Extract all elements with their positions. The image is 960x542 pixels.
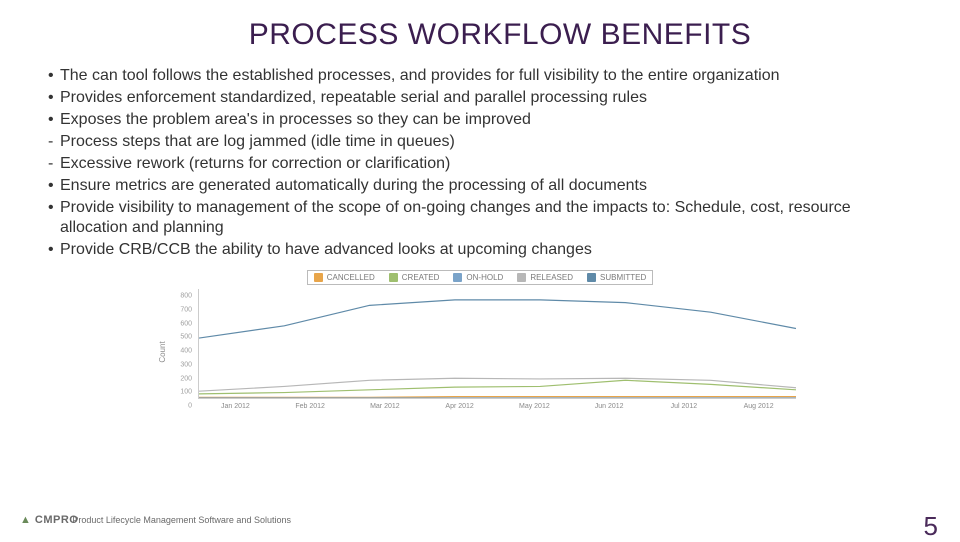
legend-item: CREATED <box>389 273 440 282</box>
x-tick-label: Jul 2012 <box>647 403 722 417</box>
y-tick-label: 300 <box>180 361 192 368</box>
legend-label: ON-HOLD <box>466 273 503 282</box>
legend-item: ON-HOLD <box>453 273 503 282</box>
x-tick-label: Jan 2012 <box>198 403 273 417</box>
swatch-icon <box>389 273 398 282</box>
page-number: 5 <box>924 511 938 542</box>
y-tick-label: 400 <box>180 348 192 355</box>
y-tick-label: 0 <box>188 403 192 410</box>
chart-legend: CANCELLED CREATED ON-HOLD RELEASED SUBMI… <box>307 270 653 285</box>
series-line <box>199 300 796 338</box>
bullet: The can tool follows the established pro… <box>48 66 918 86</box>
sub-bullet: Process steps that are log jammed (idle … <box>48 132 918 152</box>
legend-label: CANCELLED <box>327 273 375 282</box>
bullet: Exposes the problem area's in processes … <box>48 110 918 130</box>
swatch-icon <box>517 273 526 282</box>
page-title: PROCESS WORKFLOW BENEFITS <box>122 18 878 52</box>
x-tick-label: Apr 2012 <box>422 403 497 417</box>
x-tick-label: May 2012 <box>497 403 572 417</box>
swatch-icon <box>587 273 596 282</box>
legend-label: SUBMITTED <box>600 273 646 282</box>
series-line <box>199 380 796 394</box>
swatch-icon <box>453 273 462 282</box>
legend-item: SUBMITTED <box>587 273 646 282</box>
bullet-list: The can tool follows the established pro… <box>42 66 918 260</box>
y-tick-label: 500 <box>180 334 192 341</box>
x-tick-label: Mar 2012 <box>348 403 423 417</box>
y-ticks: 0100200300400500600700800 <box>160 289 196 399</box>
bullet: Provides enforcement standardized, repea… <box>48 88 918 108</box>
logo-icon: ▲ <box>20 514 31 526</box>
logo: ▲ CMPRO <box>20 514 78 526</box>
x-tick-label: Aug 2012 <box>721 403 796 417</box>
legend-item: CANCELLED <box>314 273 375 282</box>
legend-label: RELEASED <box>530 273 573 282</box>
chart: CANCELLED CREATED ON-HOLD RELEASED SUBMI… <box>160 270 800 417</box>
line-chart-svg <box>199 289 796 398</box>
footer: ▲ CMPRO Product Lifecycle Management Sof… <box>20 514 291 526</box>
y-tick-label: 200 <box>180 375 192 382</box>
x-ticks: Jan 2012Feb 2012Mar 2012Apr 2012May 2012… <box>198 403 796 417</box>
sub-bullet: Excessive rework (returns for correction… <box>48 154 918 174</box>
x-tick-label: Feb 2012 <box>273 403 348 417</box>
bullet: Provide visibility to management of the … <box>48 198 918 238</box>
x-tick-label: Jun 2012 <box>572 403 647 417</box>
plot-area <box>198 289 796 399</box>
legend-item: RELEASED <box>517 273 573 282</box>
y-tick-label: 600 <box>180 320 192 327</box>
swatch-icon <box>314 273 323 282</box>
legend-label: CREATED <box>402 273 440 282</box>
y-tick-label: 700 <box>180 306 192 313</box>
footer-tagline: Product Lifecycle Management Software an… <box>72 515 291 525</box>
bullet: Provide CRB/CCB the ability to have adva… <box>48 240 918 260</box>
y-tick-label: 800 <box>180 293 192 300</box>
bullet: Ensure metrics are generated automatical… <box>48 176 918 196</box>
y-tick-label: 100 <box>180 389 192 396</box>
series-line <box>199 397 796 398</box>
